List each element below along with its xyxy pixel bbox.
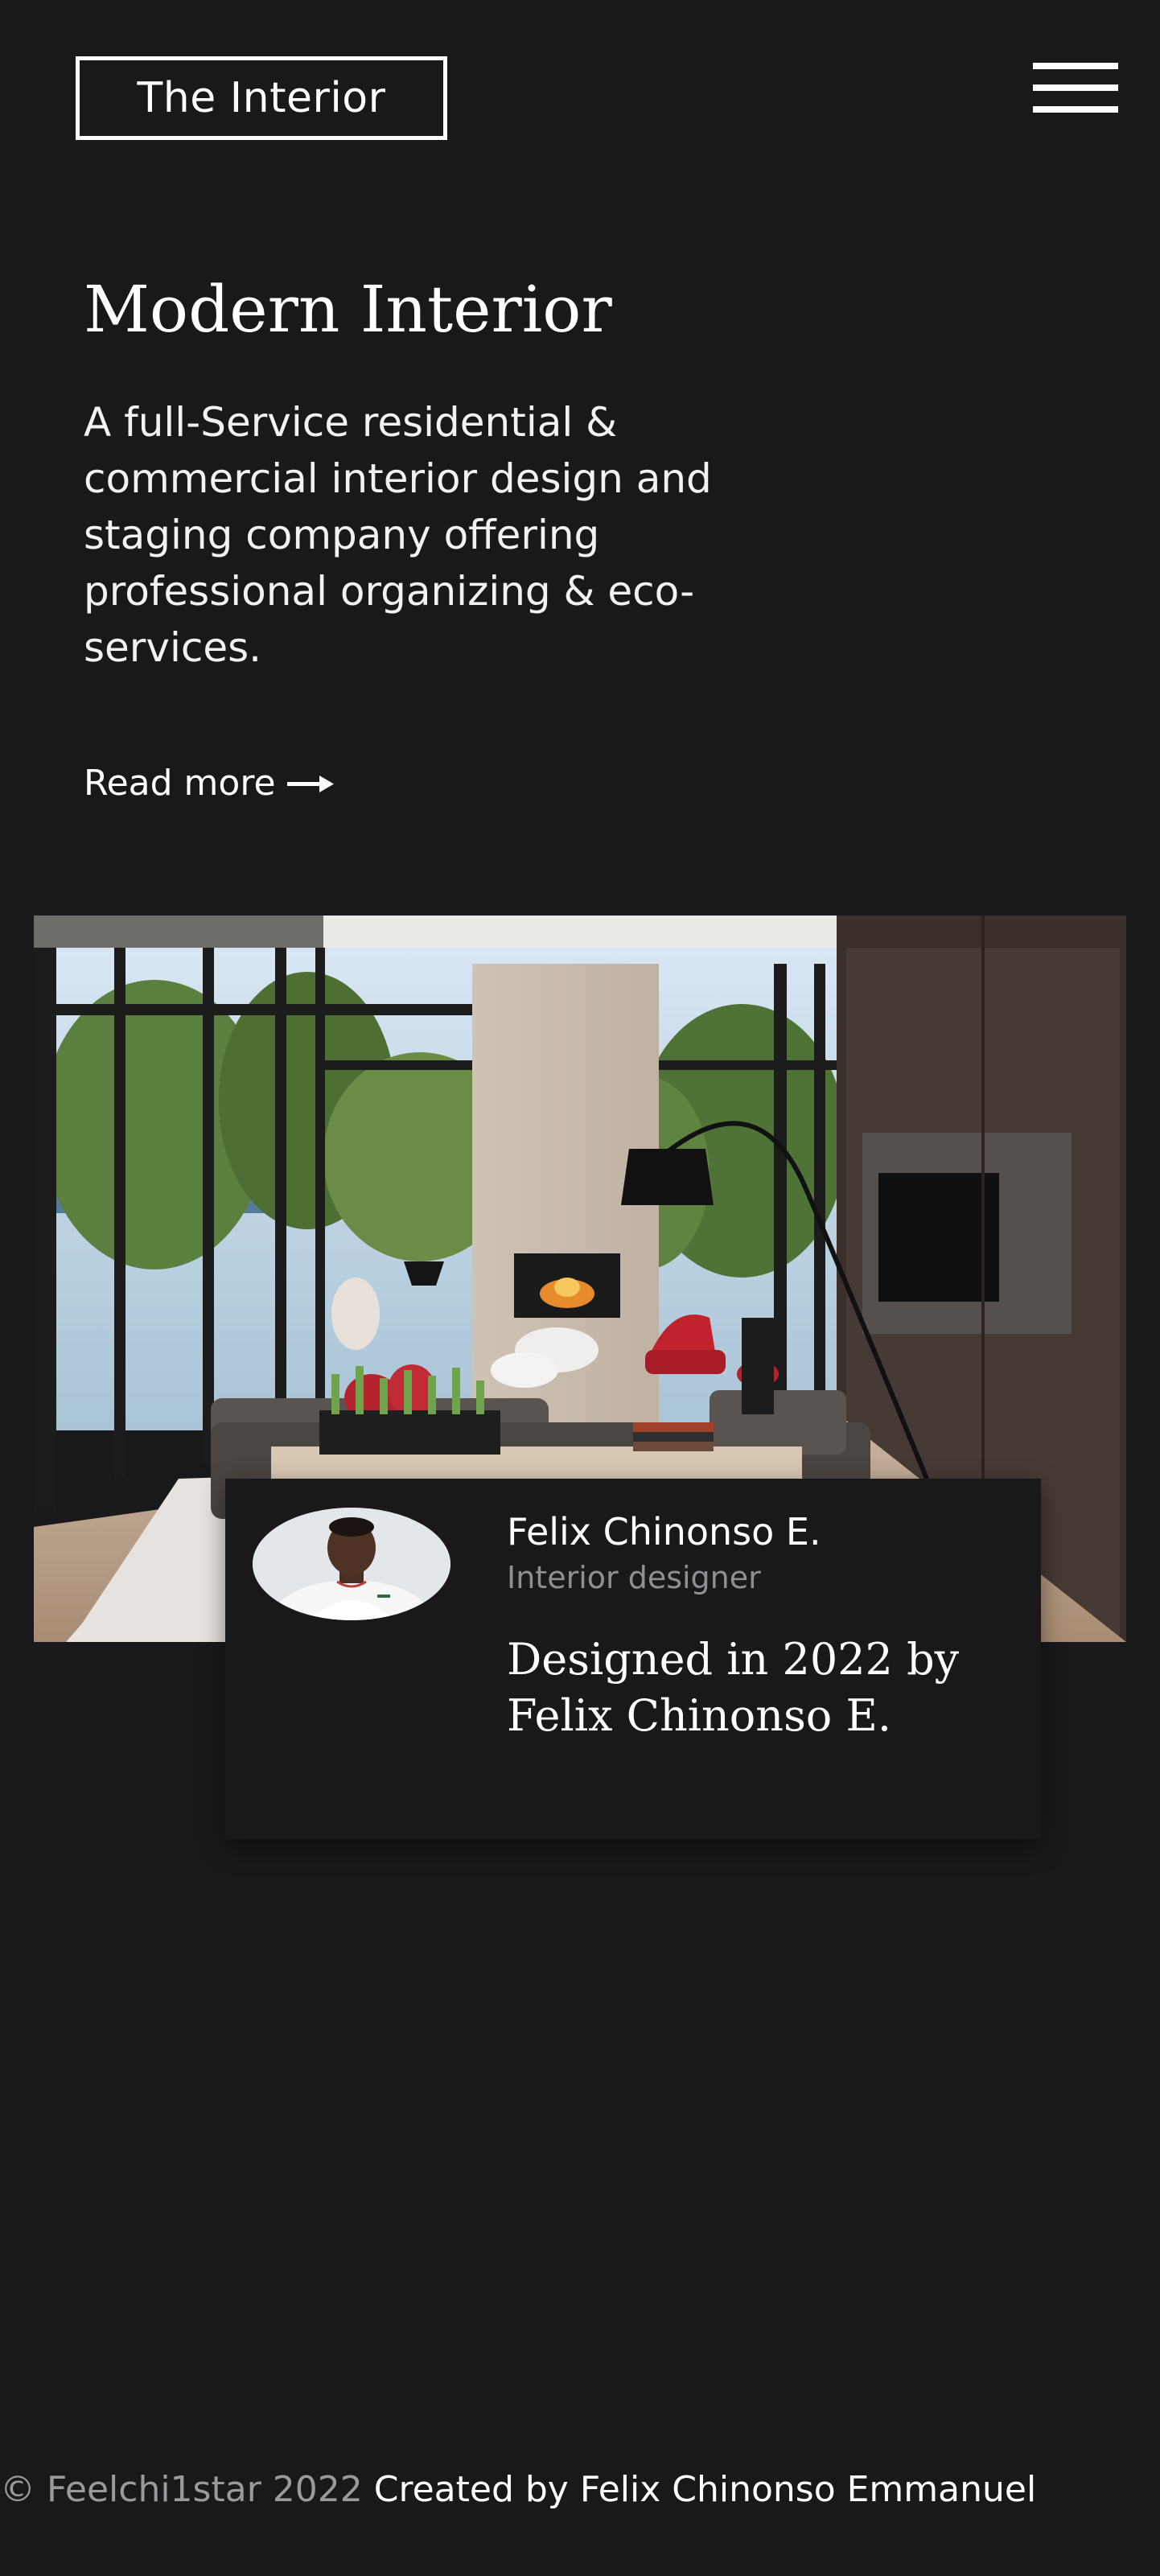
logo-link[interactable]: The Interior bbox=[76, 56, 447, 140]
designer-role: Interior designer bbox=[507, 1560, 761, 1595]
footer-credit: Created by Felix Chinonso Emmanuel bbox=[373, 2469, 1037, 2510]
designer-name: Felix Chinonso E. bbox=[507, 1510, 821, 1553]
hero-description: A full-Service residential & commercial … bbox=[84, 399, 712, 671]
read-more-label: Read more bbox=[84, 763, 276, 804]
hamburger-menu-icon[interactable] bbox=[1033, 63, 1118, 114]
avatar bbox=[253, 1508, 450, 1620]
menu-bar bbox=[1033, 84, 1118, 91]
menu-bar bbox=[1033, 106, 1118, 113]
designer-card: Felix Chinonso E. Interior designer Desi… bbox=[225, 1479, 1041, 1839]
designed-by-text: Designed in 2022 by Felix Chinonso E. bbox=[507, 1634, 960, 1741]
footer: © Feelchi1star 2022 Created by Felix Chi… bbox=[0, 2462, 1160, 2518]
hero-title: Modern Interior bbox=[84, 272, 612, 347]
designer-portrait bbox=[253, 1508, 450, 1620]
footer-copyright: © Feelchi1star 2022 bbox=[0, 2469, 363, 2510]
read-more-link[interactable]: Read more bbox=[84, 763, 334, 804]
page: The Interior Modern Interior A full-Serv… bbox=[0, 0, 1160, 2576]
menu-bar bbox=[1033, 63, 1118, 69]
arrow-right-icon bbox=[286, 775, 334, 792]
